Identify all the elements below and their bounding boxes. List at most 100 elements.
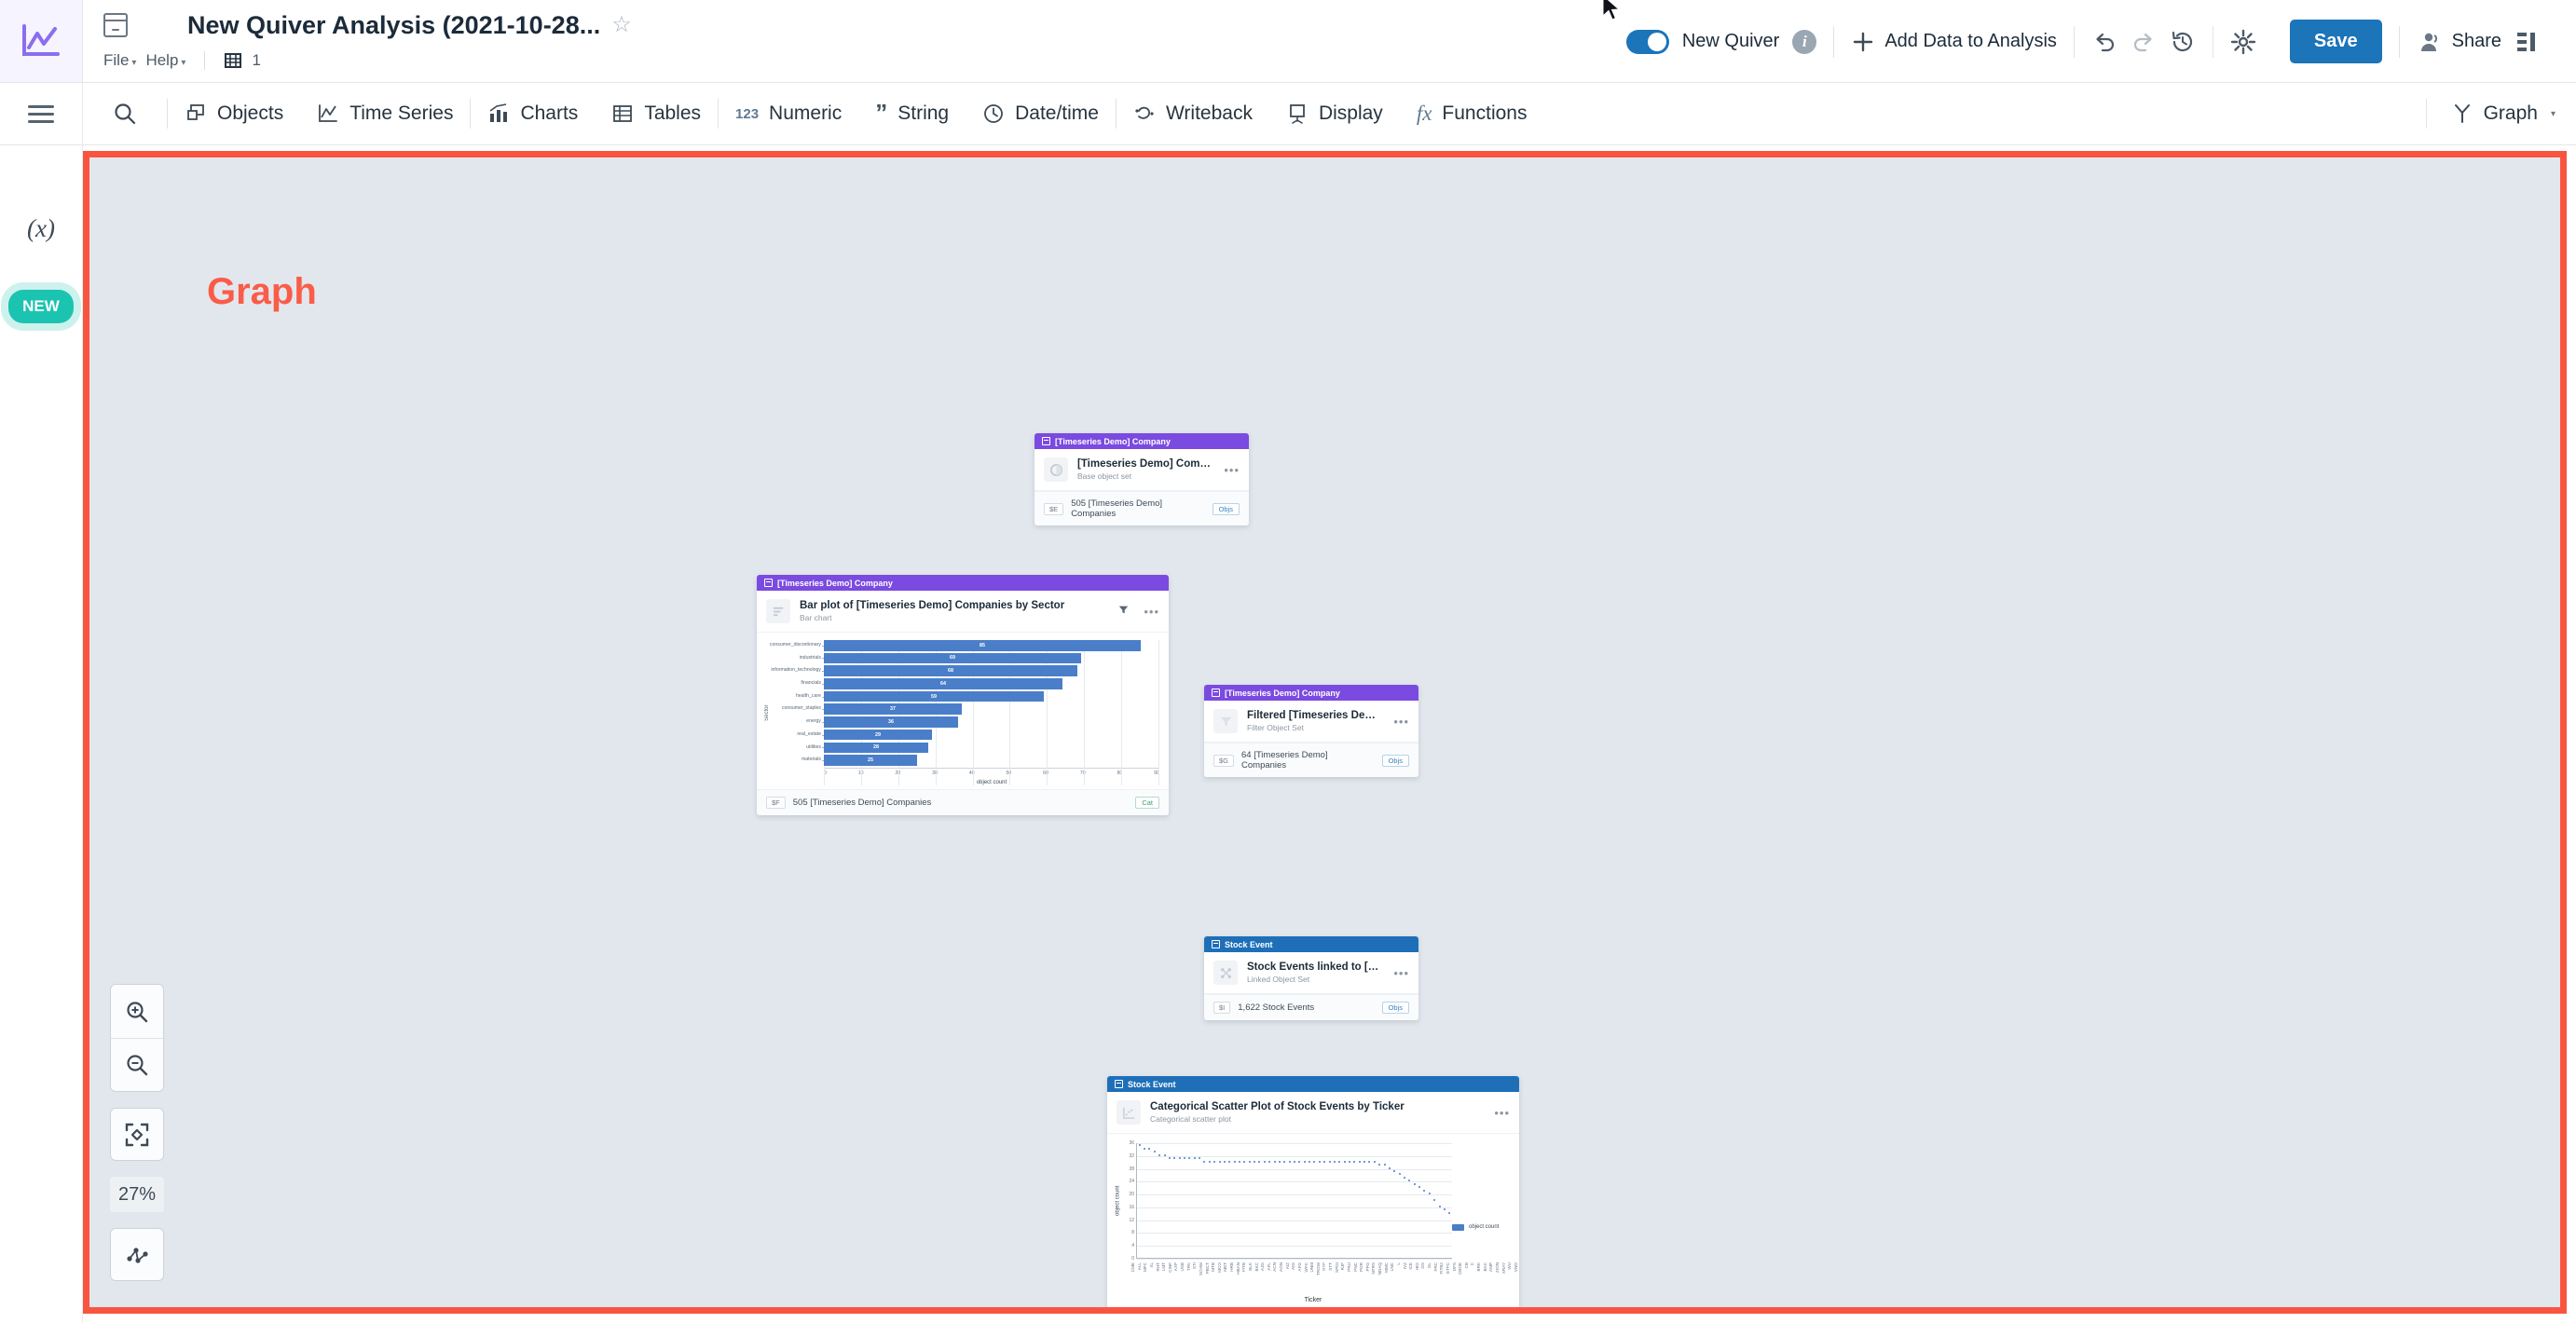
bar[interactable]: 29 (824, 729, 932, 741)
scatter-point[interactable] (1243, 1160, 1246, 1163)
scatter-point[interactable] (1368, 1160, 1371, 1163)
variables-icon[interactable]: (x) (27, 214, 55, 243)
node-objs-button[interactable]: Objs (1212, 502, 1240, 515)
scatter-point[interactable] (1263, 1160, 1266, 1163)
scatter-point[interactable] (1278, 1160, 1281, 1163)
tool-objects[interactable]: Objects (168, 102, 300, 125)
tool-string[interactable]: ” String (858, 102, 966, 125)
zoom-out-button[interactable] (111, 1038, 163, 1091)
scatter-point[interactable] (1358, 1160, 1361, 1163)
share-button[interactable]: Share (2417, 29, 2501, 55)
view-select-graph[interactable]: Graph ▾ (2427, 102, 2555, 125)
scatter-point[interactable] (1254, 1160, 1256, 1163)
scatter-point[interactable] (1183, 1157, 1185, 1160)
save-button[interactable]: Save (2289, 20, 2382, 63)
scatter-point[interactable] (1199, 1157, 1201, 1160)
scatter-point[interactable] (1168, 1157, 1171, 1160)
scatter-point[interactable] (1138, 1144, 1141, 1147)
node-objs-button[interactable]: Objs (1381, 1002, 1409, 1014)
tool-charts[interactable]: Charts (471, 102, 595, 125)
scatter-point[interactable] (1248, 1160, 1251, 1163)
filter-icon[interactable] (1118, 603, 1129, 620)
scatter-point[interactable] (1283, 1160, 1286, 1163)
node-menu-icon[interactable]: ••• (1393, 715, 1409, 729)
node-objs-button[interactable]: Objs (1381, 754, 1409, 767)
bar[interactable]: 37 (824, 703, 962, 715)
bar[interactable]: 68 (824, 665, 1077, 676)
scatter-point[interactable] (1363, 1160, 1366, 1163)
scatter-point[interactable] (1328, 1160, 1331, 1163)
scatter-point[interactable] (1423, 1189, 1426, 1192)
fit-to-screen-button[interactable] (110, 1108, 164, 1161)
add-data-to-analysis-button[interactable]: Add Data to Analysis (1851, 30, 2057, 54)
scatter-point[interactable] (1349, 1160, 1351, 1163)
scatter-point[interactable] (1298, 1160, 1301, 1163)
scatter-point[interactable] (1343, 1160, 1346, 1163)
node-menu-icon[interactable]: ••• (1494, 1106, 1510, 1120)
graph-layout-button[interactable] (110, 1228, 164, 1281)
scatter-point[interactable] (1338, 1160, 1341, 1163)
scatter-point[interactable] (1268, 1160, 1271, 1163)
scatter-point[interactable] (1228, 1160, 1231, 1163)
scatter-point[interactable] (1173, 1157, 1176, 1160)
bar[interactable]: 36 (824, 716, 958, 728)
scatter-point[interactable] (1188, 1157, 1191, 1160)
scatter-point[interactable] (1158, 1153, 1161, 1156)
scatter-point[interactable] (1333, 1160, 1336, 1163)
scatter-point[interactable] (1163, 1153, 1166, 1156)
node-menu-icon[interactable]: ••• (1144, 605, 1159, 619)
bar[interactable]: 28 (824, 742, 928, 753)
scatter-point[interactable] (1309, 1160, 1311, 1163)
favorite-star-icon[interactable]: ☆ (611, 14, 632, 36)
scatter-point[interactable] (1238, 1160, 1240, 1163)
graph-node-base-object-set[interactable]: [Timeseries Demo] Company [Timeseries De… (1035, 433, 1249, 525)
scatter-point[interactable] (1433, 1199, 1436, 1201)
sidebar-toggle[interactable] (0, 82, 83, 145)
scatter-point[interactable] (1383, 1164, 1386, 1166)
branch-icon[interactable] (224, 51, 242, 70)
scatter-point[interactable] (1258, 1160, 1261, 1163)
scatter-point[interactable] (1398, 1173, 1401, 1176)
scatter-point[interactable] (1273, 1160, 1276, 1163)
tool-datetime[interactable]: Date/time (966, 102, 1116, 125)
graph-canvas[interactable]: Graph [Timeseries Demo] Company [Timeser… (83, 151, 2567, 1314)
new-quiver-toggle[interactable] (1625, 29, 1669, 54)
menu-help[interactable]: Help ▾ (145, 51, 185, 70)
scatter-point[interactable] (1438, 1205, 1441, 1207)
scatter-point[interactable] (1148, 1147, 1151, 1150)
scatter-point[interactable] (1218, 1160, 1221, 1163)
scatter-point[interactable] (1144, 1147, 1146, 1150)
scatter-point[interactable] (1413, 1182, 1416, 1185)
scatter-point[interactable] (1178, 1157, 1181, 1160)
scatter-point[interactable] (1233, 1160, 1236, 1163)
bar[interactable]: 59 (824, 690, 1044, 702)
scatter-point[interactable] (1408, 1180, 1411, 1182)
tool-display[interactable]: Display (1269, 102, 1400, 125)
scatter-point[interactable] (1404, 1176, 1406, 1179)
info-icon[interactable]: i (1792, 29, 1817, 54)
zoom-level[interactable]: 27% (110, 1177, 164, 1212)
scatter-point[interactable] (1153, 1151, 1156, 1153)
scatter-point[interactable] (1213, 1160, 1216, 1163)
tool-functions[interactable]: fx Functions (1400, 102, 1544, 126)
scatter-point[interactable] (1223, 1160, 1226, 1163)
scatter-point[interactable] (1313, 1160, 1316, 1163)
history-icon[interactable] (2170, 29, 2196, 55)
scatter-point[interactable] (1203, 1160, 1206, 1163)
bar[interactable]: 25 (824, 755, 917, 766)
scatter-point[interactable] (1208, 1160, 1211, 1163)
scatter-point[interactable] (1193, 1157, 1196, 1160)
graph-node-filtered[interactable]: [Timeseries Demo] Company Filtered [Time… (1204, 685, 1418, 777)
redo-icon[interactable] (2131, 29, 2157, 55)
scatter-point[interactable] (1448, 1211, 1451, 1214)
graph-node-stock-events[interactable]: Stock Event Stock Events linked to [Time… (1204, 936, 1418, 1020)
bar[interactable]: 69 (824, 652, 1081, 664)
scatter-point[interactable] (1353, 1160, 1356, 1163)
scatter-point[interactable] (1373, 1160, 1376, 1163)
right-panel-icon[interactable] (2514, 30, 2539, 54)
scatter-point[interactable] (1318, 1160, 1321, 1163)
menu-file[interactable]: File ▾ (103, 51, 136, 70)
undo-icon[interactable] (2091, 29, 2117, 55)
zoom-in-button[interactable] (111, 985, 163, 1038)
gear-icon[interactable] (2230, 29, 2256, 55)
